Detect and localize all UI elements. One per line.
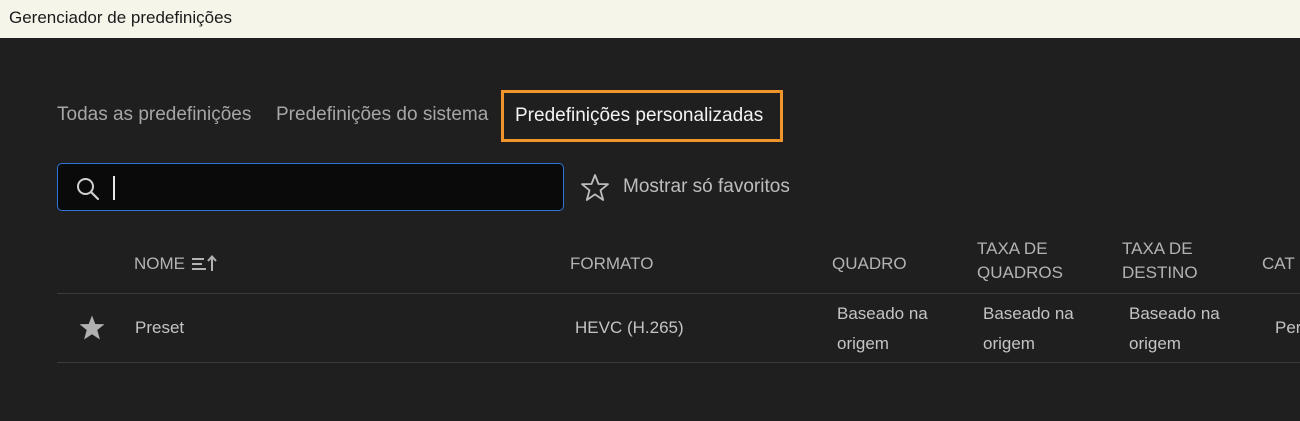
row-divider xyxy=(57,362,1300,363)
window-title: Gerenciador de predefinições xyxy=(9,8,233,27)
column-header-name[interactable]: NOME xyxy=(134,252,185,276)
search-box[interactable] xyxy=(57,163,564,211)
search-input[interactable] xyxy=(110,170,554,206)
cell-name: Preset xyxy=(135,318,185,337)
show-favorites-label: Mostrar só favoritos xyxy=(623,176,790,197)
cell-frame-rate: Baseado na origem xyxy=(983,304,1074,353)
column-header-category[interactable]: CAT xyxy=(1262,252,1295,276)
window-titlebar: Gerenciador de predefinições xyxy=(0,0,1300,38)
column-header-target-rate[interactable]: TAXA DE DESTINO xyxy=(1122,237,1242,285)
column-header-frame[interactable]: QUADRO xyxy=(832,252,907,276)
cell-format: HEVC (H.265) xyxy=(575,318,684,337)
header-divider xyxy=(57,293,1300,294)
cell-target-rate: Baseado na origem xyxy=(1129,304,1220,353)
tab-custom-presets[interactable]: Predefinições personalizadas xyxy=(501,90,783,142)
search-icon xyxy=(77,178,100,201)
preset-tabs: Todas as predefinições Predefinições do … xyxy=(0,90,1300,142)
tab-all-presets[interactable]: Todas as predefinições xyxy=(57,90,251,142)
star-filled-icon[interactable] xyxy=(78,314,106,342)
text-caret xyxy=(113,176,115,200)
column-header-frame-rate[interactable]: TAXA DE QUADROS xyxy=(977,237,1097,285)
star-outline-icon xyxy=(581,174,609,201)
cell-frame: Baseado na origem xyxy=(837,304,928,353)
tab-system-presets[interactable]: Predefinições do sistema xyxy=(276,90,488,142)
cell-category: Per xyxy=(1275,318,1300,337)
column-header-format[interactable]: FORMATO xyxy=(570,252,653,276)
sort-ascending-icon[interactable] xyxy=(191,254,219,274)
